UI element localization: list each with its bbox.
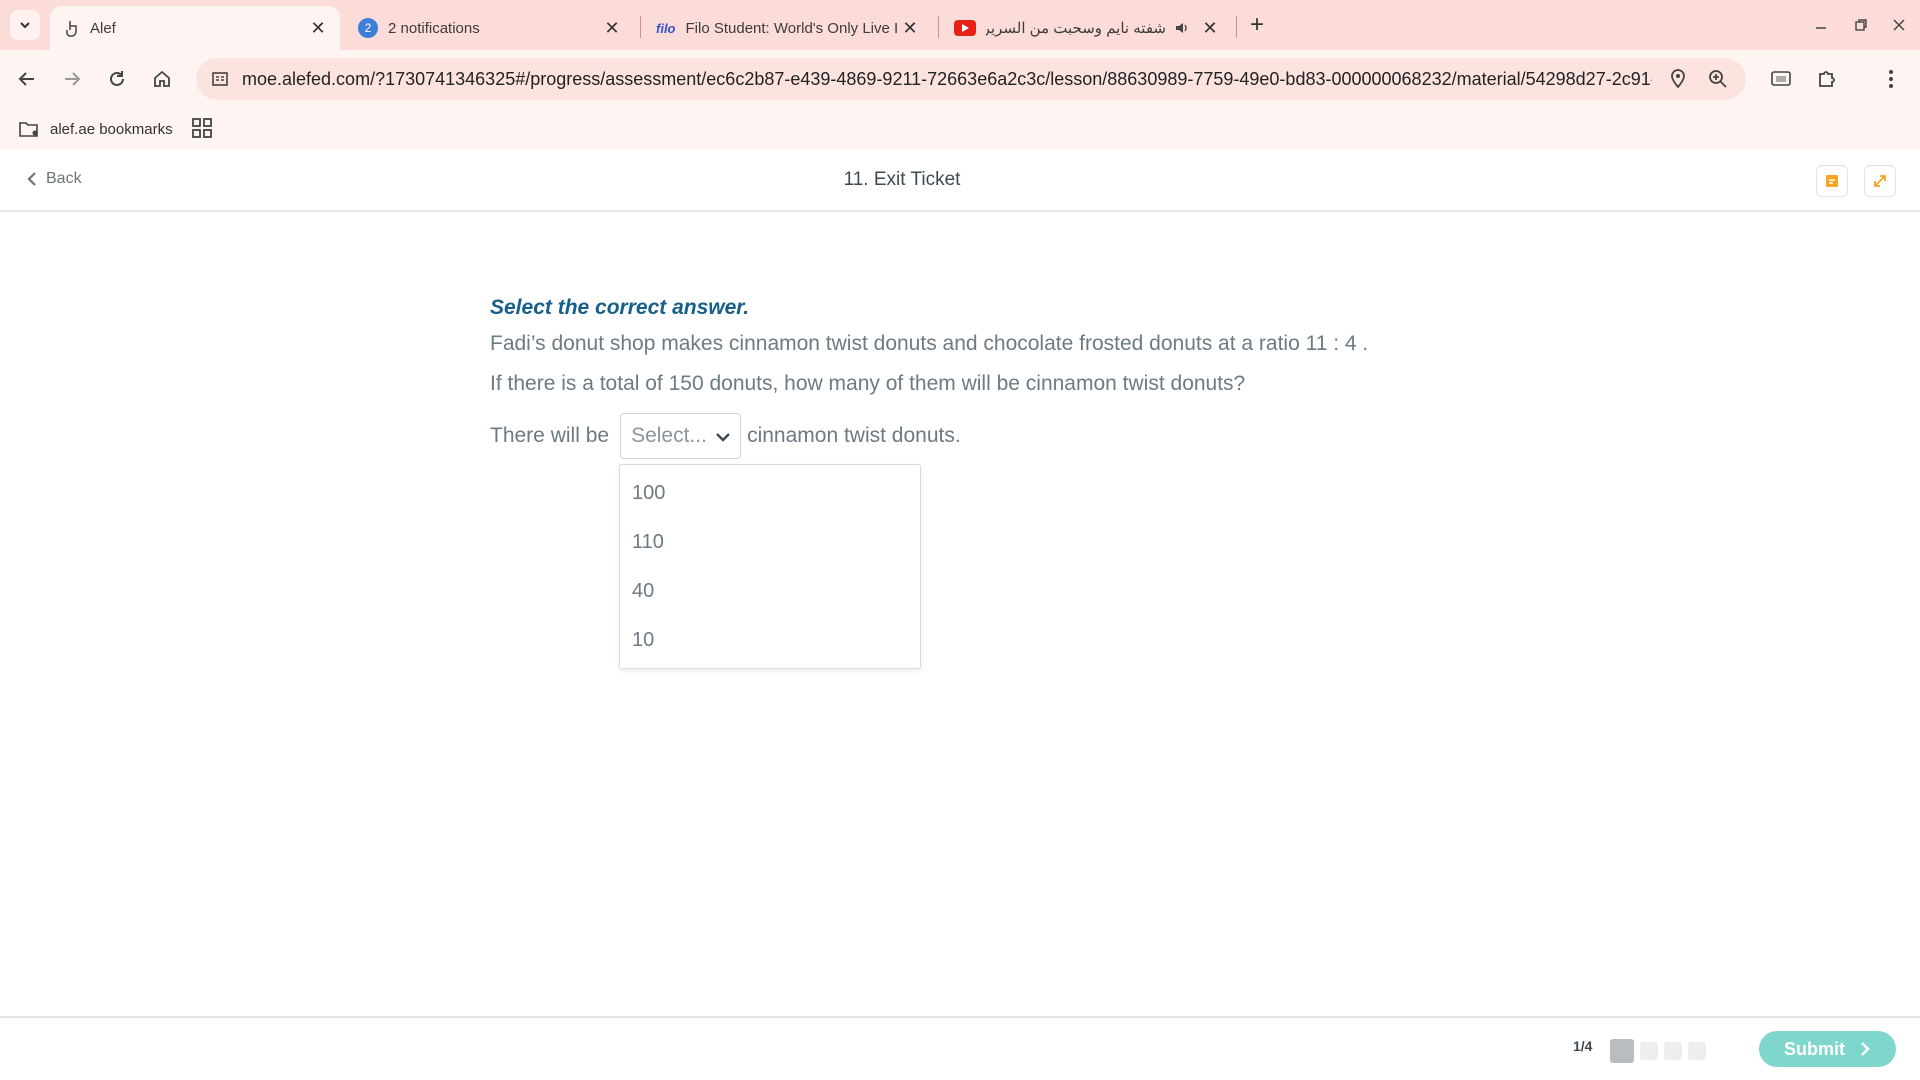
select-dropdown: 100 110 40 10 (619, 464, 921, 669)
tab-title: شفته نايم وسحبت من السرير (986, 20, 1166, 37)
youtube-icon (954, 20, 976, 36)
dropdown-option[interactable]: 40 (620, 567, 920, 616)
chevron-down-icon (20, 22, 30, 29)
lesson-footer: 1/4 Submit (0, 1016, 1920, 1080)
restore-icon (1855, 19, 1867, 31)
select-placeholder: Select... (631, 424, 707, 447)
question-text: Fadi’s donut shop makes cinnamon twist d… (490, 332, 1369, 355)
lesson-header: Back 11. Exit Ticket (0, 150, 1920, 212)
close-icon (1893, 19, 1905, 31)
page-title: 11. Exit Ticket (843, 169, 961, 190)
submit-label: Submit (1784, 1038, 1845, 1059)
reload-button[interactable] (102, 64, 132, 94)
note-icon (1826, 175, 1838, 187)
cast-button[interactable] (1766, 64, 1796, 94)
answer-select[interactable]: Select... (620, 413, 742, 459)
extensions-button[interactable] (1812, 64, 1842, 94)
home-button[interactable] (147, 64, 177, 94)
question-block: Select the correct answer. Fadi’s donut … (490, 296, 1490, 398)
hand-pointer-icon (66, 21, 77, 37)
progress-dot[interactable] (1610, 1039, 1634, 1063)
kebab-menu-icon (1889, 70, 1893, 88)
question-instruction: Select the correct answer. (490, 296, 750, 319)
dropdown-option[interactable]: 100 (620, 469, 920, 518)
tab-title: Filo Student: World's Only Live I (685, 19, 899, 37)
browser-toolbar: moe.alefed.com/?1730741346325#/progress/… (0, 50, 1920, 108)
answer-suffix: cinnamon twist donuts. (747, 424, 961, 447)
arrow-right-icon (65, 72, 81, 86)
speaker-icon[interactable] (1174, 20, 1190, 36)
apps-grid-icon[interactable] (190, 116, 214, 140)
bookmarks-bar: alef.ae bookmarks (0, 108, 1920, 150)
minimize-icon (1816, 27, 1826, 29)
menu-button[interactable] (1876, 64, 1906, 94)
progress-dot[interactable] (1664, 1042, 1682, 1060)
tab-search-button[interactable] (10, 10, 40, 40)
tab-title: Alef (90, 19, 116, 37)
reload-icon (110, 71, 124, 86)
location-icon[interactable] (1666, 67, 1690, 91)
tab-filo[interactable]: filo Filo Student: World's Only Live I ✕ (642, 6, 932, 50)
close-icon[interactable]: ✕ (604, 18, 620, 38)
back-button[interactable] (12, 64, 42, 94)
expand-icon (1874, 175, 1886, 187)
tab-youtube[interactable]: شفته نايم وسحبت من السرير ✕ (940, 6, 1232, 50)
tab-alef[interactable]: Alef ✕ (50, 6, 340, 50)
home-icon (154, 70, 170, 87)
tab-notifications[interactable]: 2 2 notifications ✕ (344, 6, 634, 50)
bookmark-folder[interactable]: alef.ae bookmarks (18, 116, 173, 142)
tab-separator (938, 16, 939, 38)
dropdown-option[interactable]: 10 (620, 616, 920, 665)
close-icon[interactable]: ✕ (1202, 18, 1218, 38)
fullscreen-button[interactable] (1864, 165, 1896, 197)
puzzle-icon (1819, 71, 1835, 87)
chevron-down-icon (716, 433, 730, 442)
forward-button[interactable] (57, 64, 87, 94)
tab-separator (640, 16, 641, 38)
filo-logo-icon: filo (656, 20, 676, 36)
url-text[interactable]: moe.alefed.com/?1730741346325#/progress/… (242, 69, 1652, 90)
address-bar[interactable]: moe.alefed.com/?1730741346325#/progress/… (196, 58, 1746, 100)
close-icon[interactable]: ✕ (310, 18, 326, 38)
tab-separator (1236, 16, 1237, 38)
close-icon[interactable]: ✕ (902, 18, 918, 38)
tab-title: 2 notifications (388, 19, 480, 37)
notification-badge: 2 (358, 18, 378, 38)
folder-icon (19, 122, 38, 137)
arrow-left-icon (18, 72, 34, 86)
minimize-button[interactable] (1806, 10, 1836, 40)
progress-dot[interactable] (1688, 1042, 1706, 1060)
zoom-icon[interactable] (1706, 67, 1730, 91)
restore-button[interactable] (1846, 10, 1876, 40)
chevron-right-icon (1861, 1042, 1870, 1056)
bookmark-label: alef.ae bookmarks (50, 120, 173, 138)
progress-dot[interactable] (1640, 1042, 1658, 1060)
new-tab-button[interactable]: + (1244, 11, 1270, 38)
answer-row: There will be Select... cinnamon twist d… (490, 413, 961, 459)
question-prompt: If there is a total of 150 donuts, how m… (490, 372, 1246, 395)
submit-button[interactable]: Submit (1759, 1031, 1896, 1067)
question-pager: 1/4 (1573, 1038, 1593, 1054)
glossary-button[interactable] (1816, 165, 1848, 197)
cast-icon (1771, 71, 1791, 86)
answer-prefix: There will be (490, 424, 610, 447)
tab-strip: Alef ✕ 2 2 notifications ✕ filo Filo Stu… (0, 0, 1920, 50)
site-info-icon[interactable] (208, 67, 232, 91)
dropdown-option[interactable]: 110 (620, 518, 920, 567)
close-window-button[interactable] (1884, 10, 1914, 40)
